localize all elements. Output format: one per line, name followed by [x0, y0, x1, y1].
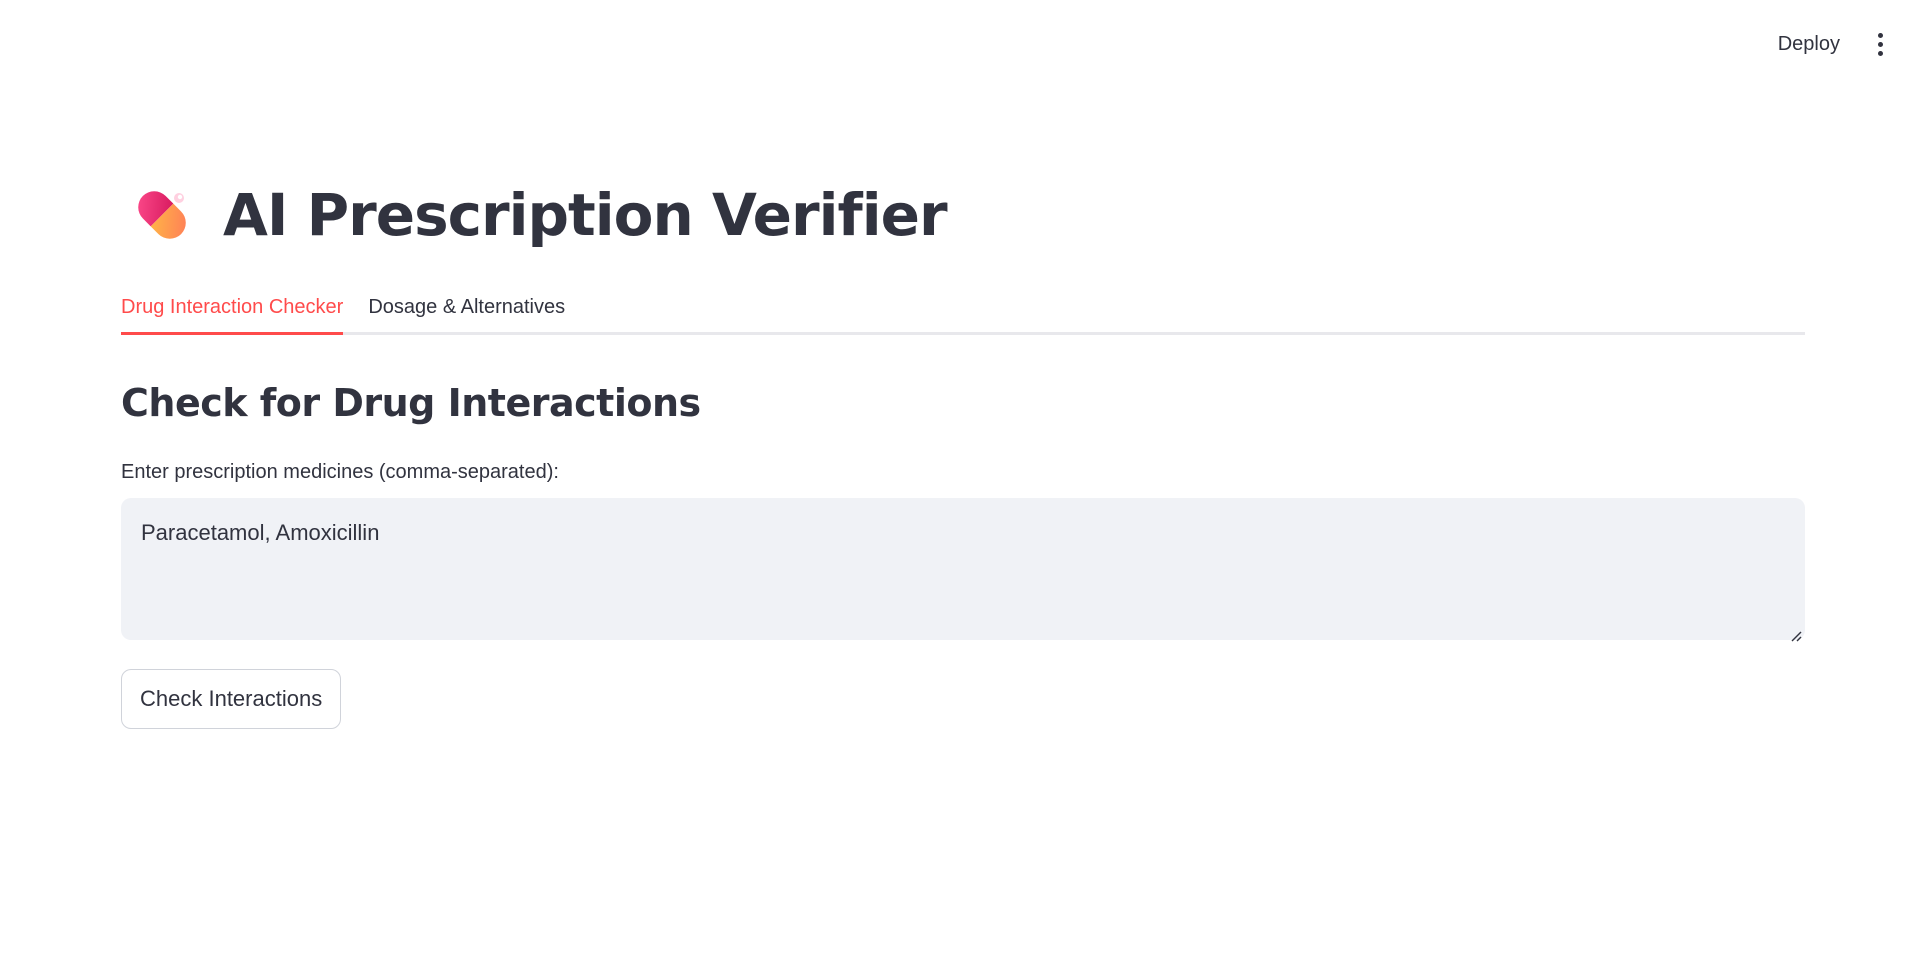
tab-dosage-alternatives[interactable]: Dosage & Alternatives	[368, 282, 565, 332]
medicines-input-label: Enter prescription medicines (comma-sepa…	[121, 461, 559, 483]
main-content: AI Prescription Verifier Drug Interactio…	[121, 170, 1805, 729]
top-toolbar: Deploy	[1774, 0, 1920, 88]
medicines-input-wrapper: Paracetamol, Amoxicillin	[121, 498, 1805, 645]
resize-handle-icon[interactable]	[1789, 629, 1803, 643]
tab-drug-interaction-checker[interactable]: Drug Interaction Checker	[121, 282, 344, 335]
pill-icon	[138, 191, 186, 239]
page-title: AI Prescription Verifier	[223, 181, 948, 249]
deploy-button[interactable]: Deploy	[1774, 27, 1844, 62]
vertical-ellipsis-icon[interactable]	[1870, 30, 1890, 58]
check-interactions-button[interactable]: Check Interactions	[121, 669, 342, 729]
tab-bar: Drug Interaction Checker Dosage & Altern…	[121, 282, 1805, 335]
medicines-textarea[interactable]: Paracetamol, Amoxicillin	[121, 498, 1805, 640]
section-heading: Check for Drug Interactions	[121, 381, 701, 425]
title-row: AI Prescription Verifier	[121, 170, 1805, 260]
